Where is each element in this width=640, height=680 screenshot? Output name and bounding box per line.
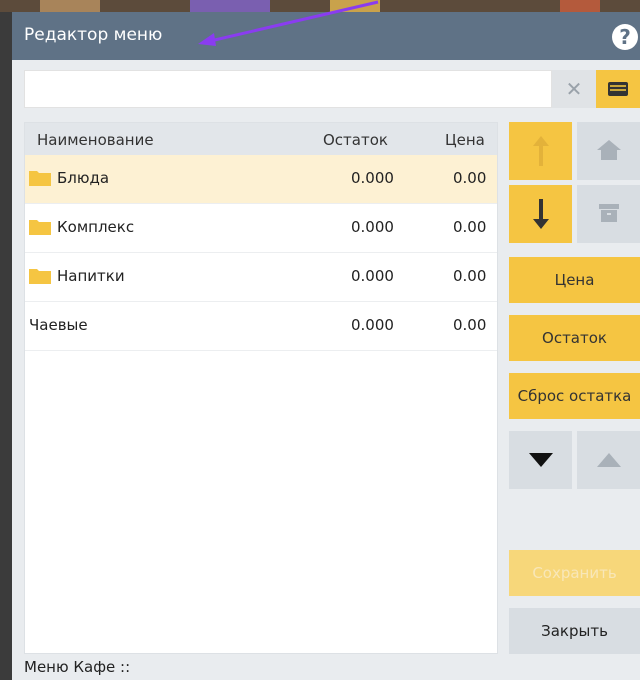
folder-icon <box>29 171 51 186</box>
scroll-down-button[interactable] <box>509 431 572 489</box>
triangle-up-icon <box>597 453 621 467</box>
header-stock[interactable]: Остаток <box>323 131 388 149</box>
background-edge <box>0 12 12 680</box>
table-row[interactable]: Напитки 0.000 0.00 <box>25 253 497 302</box>
move-down-button[interactable] <box>509 185 572 243</box>
table-row[interactable]: Комплекс 0.000 0.00 <box>25 204 497 253</box>
close-icon: ✕ <box>565 77 583 101</box>
row-price: 0.00 <box>453 316 487 334</box>
home-button[interactable] <box>577 122 640 180</box>
status-text: Меню Кафе :: <box>24 658 131 676</box>
row-stock: 0.000 <box>351 267 394 285</box>
table-header: Наименование Остаток Цена <box>25 123 497 155</box>
header-price[interactable]: Цена <box>445 131 485 149</box>
menu-table: Наименование Остаток Цена Блюда 0.000 0.… <box>24 122 498 654</box>
row-stock: 0.000 <box>351 316 394 334</box>
table-row[interactable]: Чаевые 0.000 0.00 <box>25 302 497 351</box>
search-input[interactable] <box>24 70 552 108</box>
table-row[interactable]: Блюда 0.000 0.00 <box>25 155 497 204</box>
row-stock: 0.000 <box>351 218 394 236</box>
title-bar: Редактор меню ? <box>12 12 640 60</box>
row-name: Напитки <box>57 267 125 285</box>
stock-button[interactable]: Остаток <box>509 315 640 361</box>
arrow-down-icon <box>533 199 549 229</box>
row-name: Чаевые <box>29 316 88 334</box>
row-price: 0.00 <box>453 169 487 187</box>
clear-search-button[interactable]: ✕ <box>552 70 596 108</box>
keyboard-icon <box>608 82 628 96</box>
reset-stock-button[interactable]: Сброс остатка <box>509 373 640 419</box>
question-icon[interactable]: ? <box>612 24 638 50</box>
folder-icon <box>29 269 51 284</box>
arrow-up-icon <box>533 136 549 166</box>
row-price: 0.00 <box>453 267 487 285</box>
row-price: 0.00 <box>453 218 487 236</box>
row-stock: 0.000 <box>351 169 394 187</box>
row-name: Комплекс <box>57 218 135 236</box>
scroll-up-button[interactable] <box>577 431 640 489</box>
folder-icon <box>29 220 51 235</box>
close-button[interactable]: Закрыть <box>509 608 640 654</box>
move-up-button[interactable] <box>509 122 572 180</box>
archive-button[interactable] <box>577 185 640 243</box>
keyboard-button[interactable] <box>596 70 640 108</box>
triangle-down-icon <box>529 453 553 467</box>
background-strip <box>0 0 640 12</box>
home-icon <box>597 140 621 160</box>
archive-icon <box>599 204 619 222</box>
row-name: Блюда <box>57 169 110 187</box>
window-title: Редактор меню <box>24 25 163 45</box>
header-name[interactable]: Наименование <box>37 131 154 149</box>
save-button[interactable]: Сохранить <box>509 550 640 596</box>
price-button[interactable]: Цена <box>509 257 640 303</box>
